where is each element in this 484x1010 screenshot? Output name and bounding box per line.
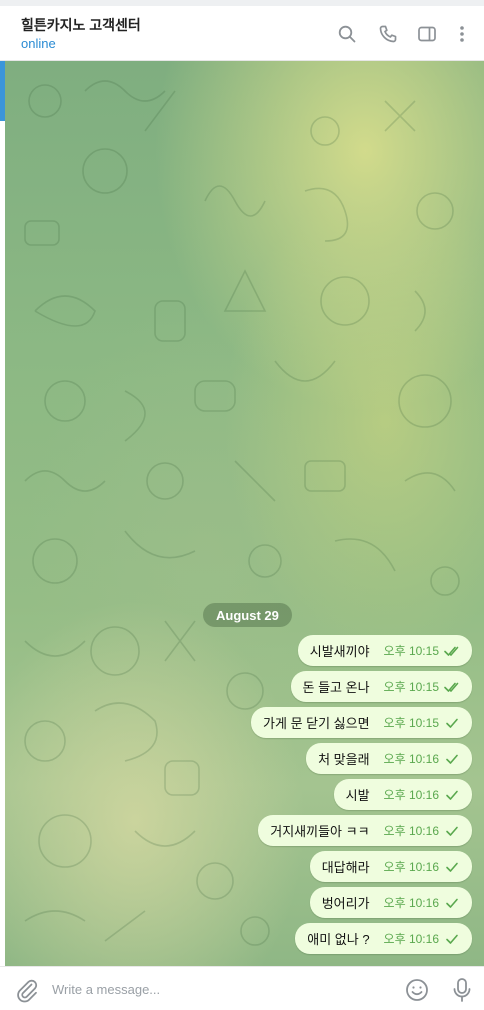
chat-header: 힐튼카지노 고객센터 online bbox=[0, 6, 484, 61]
emoji-button[interactable] bbox=[404, 977, 430, 1003]
search-icon bbox=[338, 25, 356, 43]
message-text: 대답해라 bbox=[321, 860, 370, 875]
call-button[interactable] bbox=[374, 20, 402, 48]
message-bubble[interactable]: 시발새끼야 오후 10:15 bbox=[297, 635, 472, 666]
voice-record-button[interactable] bbox=[450, 977, 474, 1003]
message-text: 시발 bbox=[345, 788, 370, 803]
message-text: 가게 문 닫기 싫으면 bbox=[263, 716, 370, 731]
message-bubble[interactable]: 가게 문 닫기 싫으면 오후 10:15 bbox=[251, 707, 472, 738]
chat-status: online bbox=[21, 36, 56, 51]
message-text: 돈 들고 온나 bbox=[302, 680, 370, 695]
more-options-button[interactable] bbox=[448, 20, 476, 48]
message-time: 오후 10:15 bbox=[383, 680, 439, 694]
phone-icon bbox=[379, 25, 397, 43]
message-time: 오후 10:16 bbox=[383, 932, 439, 946]
date-separator: August 29 bbox=[203, 603, 292, 627]
message-time: 오후 10:16 bbox=[383, 860, 439, 874]
search-button[interactable] bbox=[333, 20, 361, 48]
message-input[interactable] bbox=[52, 975, 382, 1003]
emoji-icon bbox=[406, 979, 428, 1001]
message-list[interactable]: August 29 시발새끼야 오후 10:15 돈 들고 온나 오후 10:15 가게… bbox=[5, 61, 484, 966]
message-bubble[interactable]: 처 맞을래 오후 10:16 bbox=[306, 743, 472, 774]
double-check-icon bbox=[444, 681, 462, 693]
attach-button[interactable] bbox=[14, 977, 40, 1003]
message-bubble[interactable]: 벙어리가 오후 10:16 bbox=[309, 887, 472, 918]
message-bubble[interactable]: 대답해라 오후 10:16 bbox=[309, 851, 472, 882]
more-vertical-icon bbox=[460, 26, 464, 42]
message-bubble[interactable]: 시발 오후 10:16 bbox=[333, 779, 472, 810]
message-text: 애미 없나 ? bbox=[307, 932, 370, 947]
sidebar-panel-icon bbox=[418, 26, 436, 42]
microphone-icon bbox=[453, 978, 471, 1002]
check-icon bbox=[444, 897, 462, 909]
check-icon bbox=[444, 789, 462, 801]
message-text: 시발새끼야 bbox=[309, 644, 370, 659]
check-icon bbox=[444, 753, 462, 765]
check-icon bbox=[444, 861, 462, 873]
message-time: 오후 10:15 bbox=[383, 716, 439, 730]
message-time: 오후 10:15 bbox=[383, 644, 439, 658]
check-icon bbox=[444, 933, 462, 945]
attach-icon bbox=[17, 979, 38, 1003]
message-time: 오후 10:16 bbox=[383, 824, 439, 838]
chat-title[interactable]: 힐튼카지노 고객센터 bbox=[21, 15, 141, 35]
message-text: 처 맞을래 bbox=[318, 752, 370, 767]
message-bubble[interactable]: 돈 들고 온나 오후 10:15 bbox=[290, 671, 472, 702]
toggle-sidebar-button[interactable] bbox=[413, 20, 441, 48]
message-text: 벙어리가 bbox=[321, 896, 370, 911]
message-text: 거지새끼들아 ㅋㅋ bbox=[270, 824, 370, 839]
double-check-icon bbox=[444, 645, 462, 657]
check-icon bbox=[444, 717, 462, 729]
message-time: 오후 10:16 bbox=[383, 896, 439, 910]
message-bubble[interactable]: 애미 없나 ? 오후 10:16 bbox=[295, 923, 472, 954]
message-time: 오후 10:16 bbox=[383, 788, 439, 802]
message-time: 오후 10:16 bbox=[383, 752, 439, 766]
message-composer bbox=[0, 966, 484, 1010]
message-bubble[interactable]: 거지새끼들아 ㅋㅋ 오후 10:16 bbox=[258, 815, 472, 846]
check-icon bbox=[444, 825, 462, 837]
